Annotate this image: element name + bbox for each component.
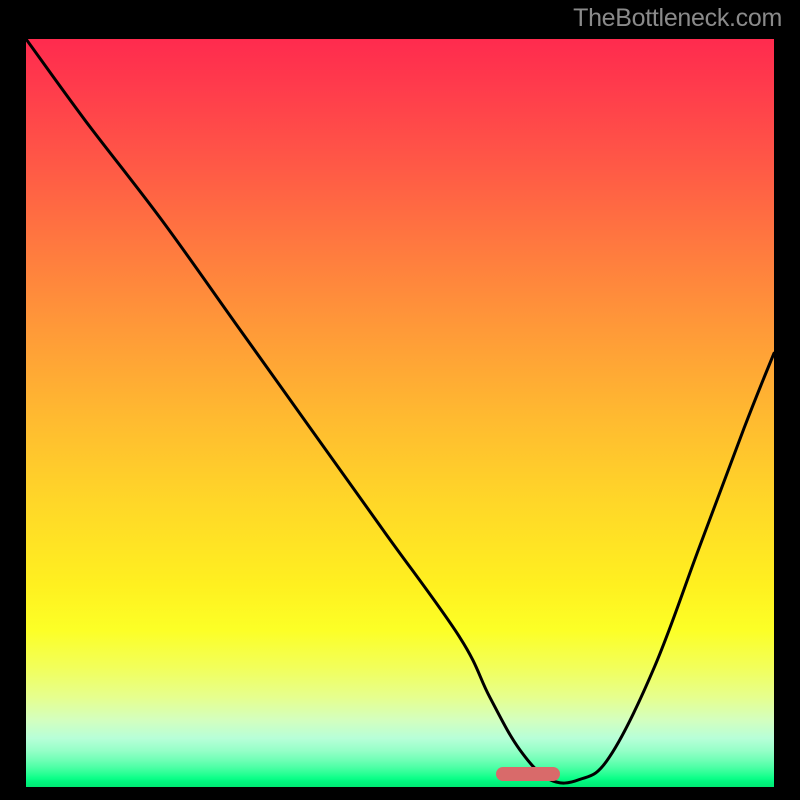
watermark-text: TheBottleneck.com bbox=[573, 4, 782, 33]
chart-frame bbox=[20, 33, 780, 793]
curve-path bbox=[26, 39, 774, 783]
line-curve bbox=[26, 39, 774, 787]
optimum-marker bbox=[496, 767, 560, 781]
